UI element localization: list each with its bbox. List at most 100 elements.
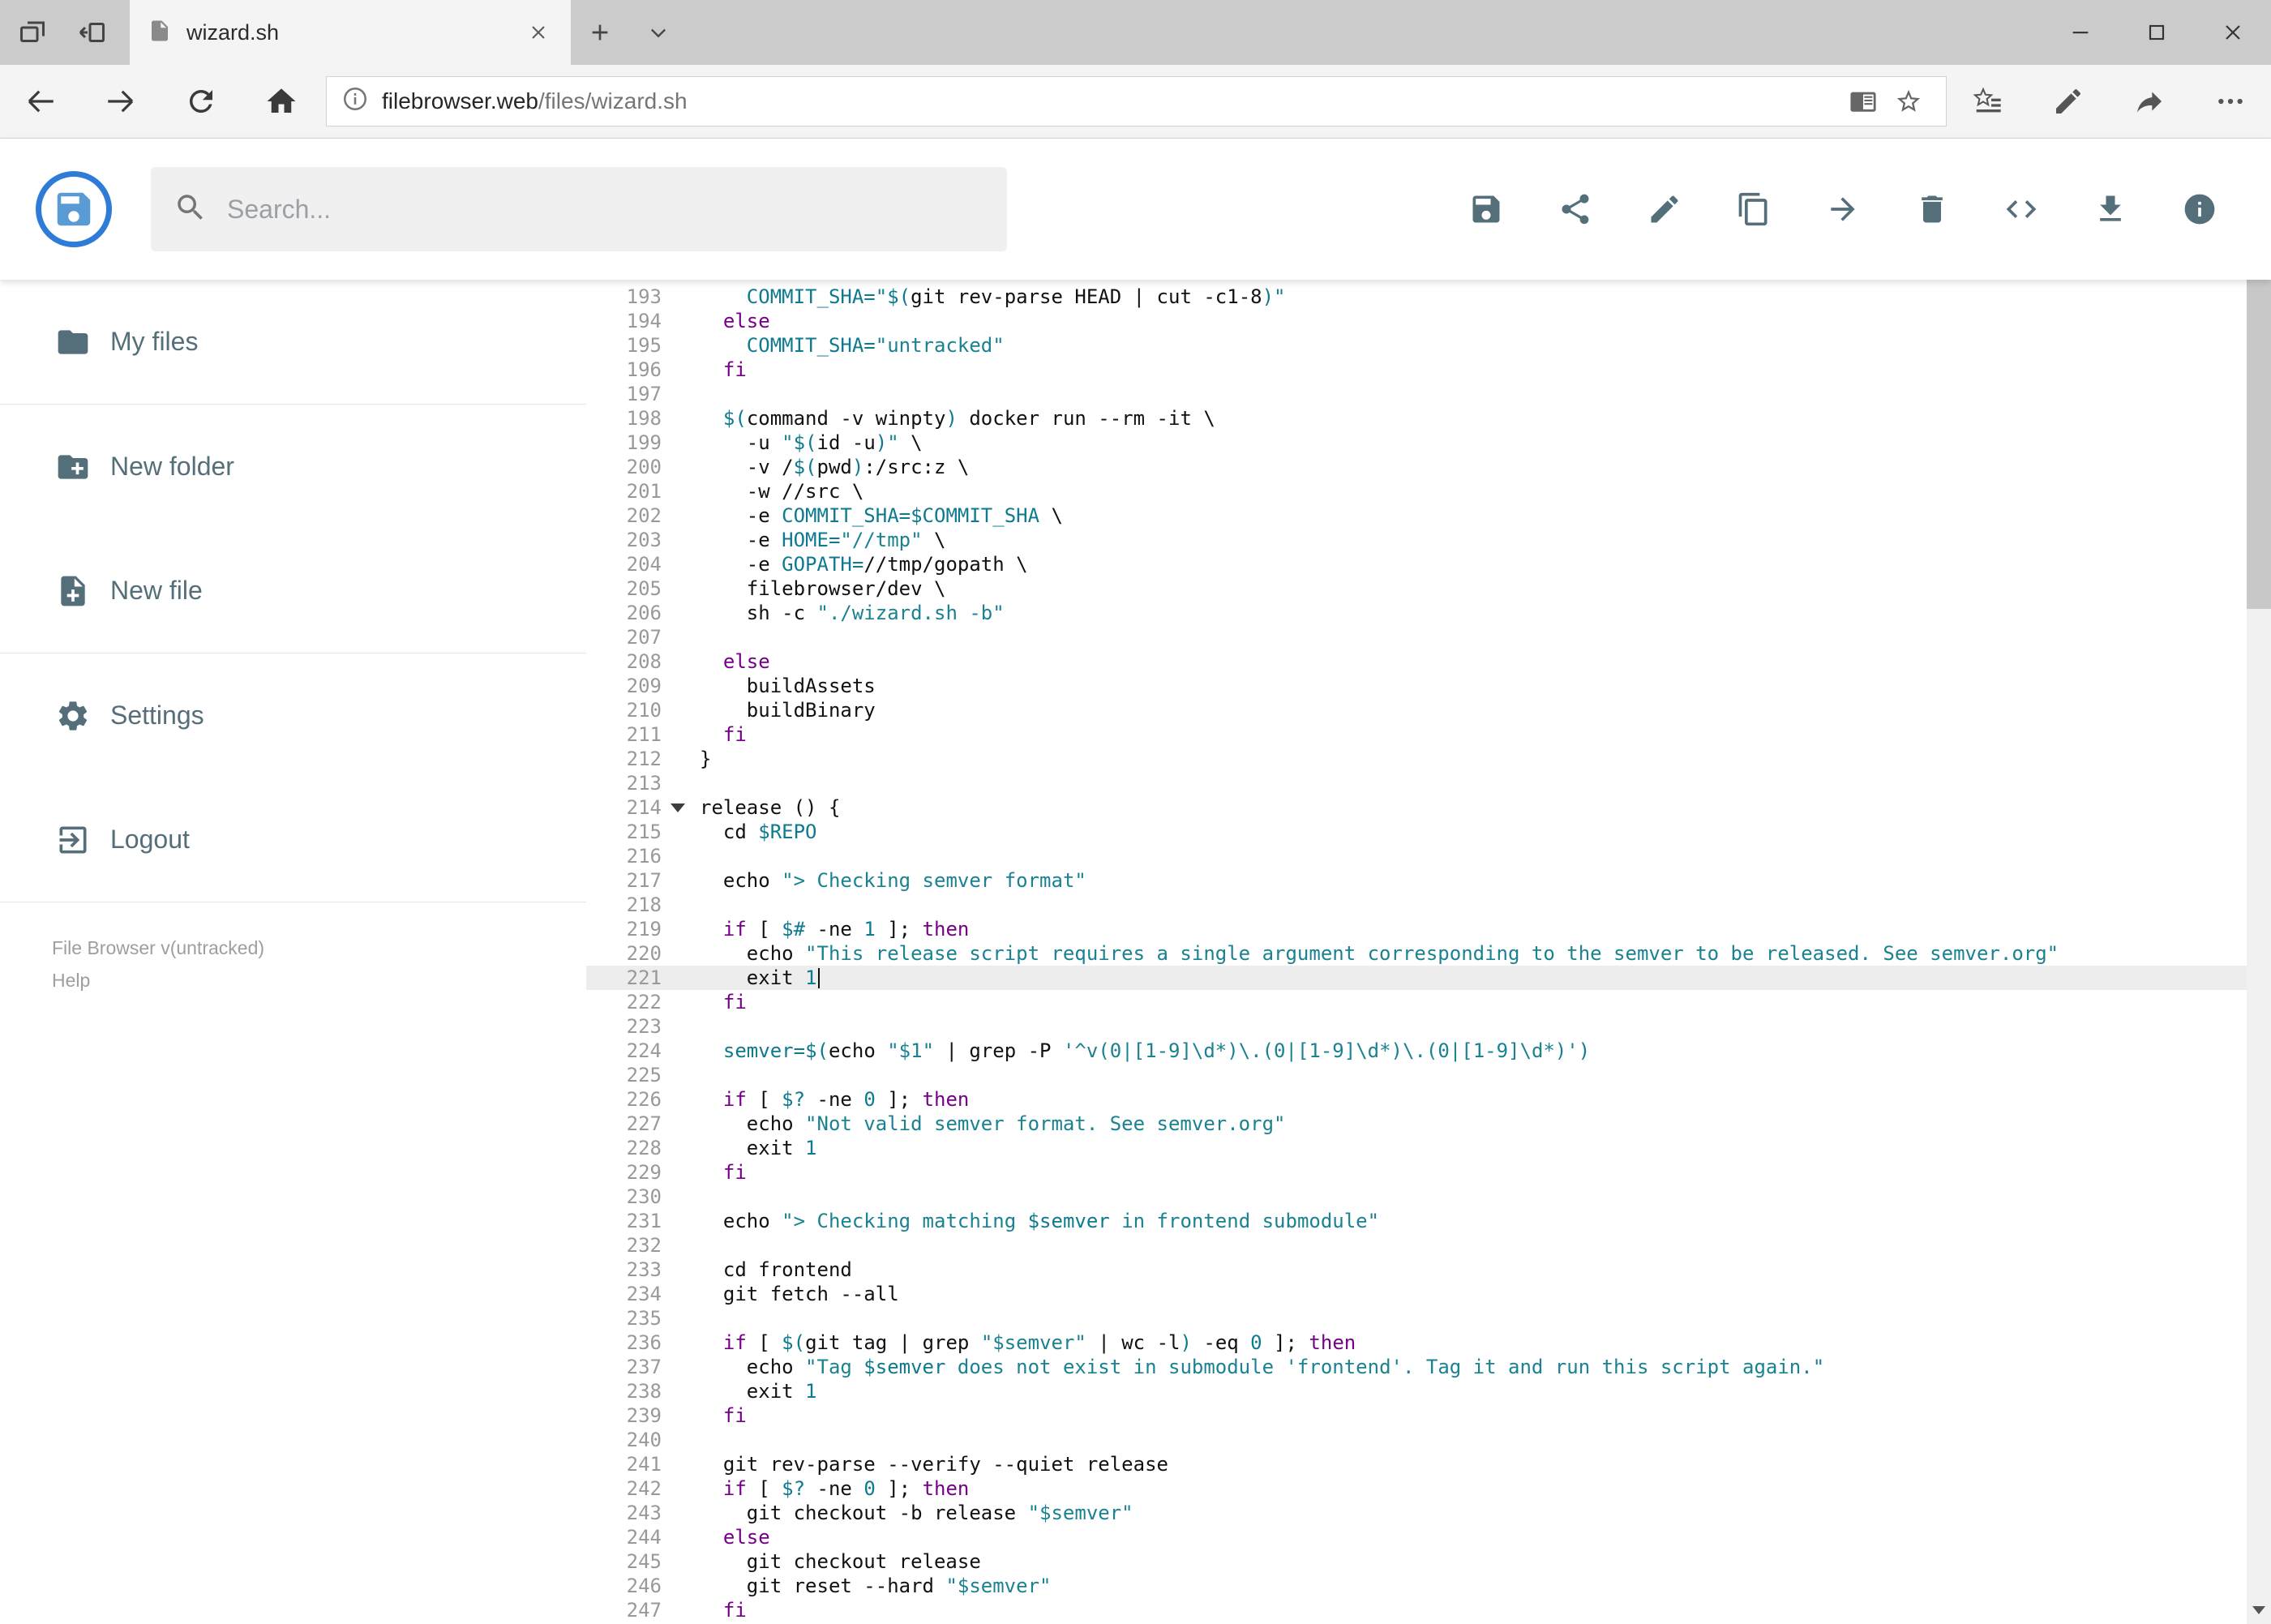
code-line[interactable]: 216 <box>586 844 2247 868</box>
code-line[interactable]: 202 -e COMMIT_SHA=$COMMIT_SHA \ <box>586 503 2247 528</box>
code-line[interactable]: 201 -w //src \ <box>586 479 2247 503</box>
page-info-icon[interactable] <box>341 85 369 118</box>
code-editor[interactable]: 193 COMMIT_SHA="$(git rev-parse HEAD | c… <box>586 280 2247 1624</box>
code-line[interactable]: 224 semver=$(echo "$1" | grep -P '^v(0|[… <box>586 1039 2247 1063</box>
code-line[interactable]: 200 -v /$(pwd):/src:z \ <box>586 455 2247 479</box>
code-line[interactable]: 242 if [ $? -ne 0 ]; then <box>586 1476 2247 1501</box>
sidebar-item-new-file[interactable]: New file <box>0 529 586 653</box>
minimize-button[interactable] <box>2042 0 2119 65</box>
copy-button[interactable] <box>1734 190 1773 229</box>
code-line[interactable]: 236 if [ $(git tag | grep "$semver" | wc… <box>586 1330 2247 1355</box>
code-line[interactable]: 235 <box>586 1306 2247 1330</box>
search-box[interactable] <box>151 167 1007 251</box>
code-line[interactable]: 195 COMMIT_SHA="untracked" <box>586 333 2247 358</box>
vertical-scrollbar[interactable] <box>2247 139 2271 1624</box>
code-line[interactable]: 232 <box>586 1233 2247 1258</box>
code-line[interactable]: 237 echo "Tag $semver does not exist in … <box>586 1355 2247 1379</box>
back-button[interactable] <box>0 65 80 138</box>
code-line[interactable]: 218 <box>586 893 2247 917</box>
delete-button[interactable] <box>1913 190 1952 229</box>
filebrowser-logo[interactable] <box>36 171 112 247</box>
move-button[interactable] <box>1823 190 1862 229</box>
home-button[interactable] <box>241 65 321 138</box>
code-line[interactable]: 245 git checkout release <box>586 1549 2247 1574</box>
code-line[interactable]: 228 exit 1 <box>586 1136 2247 1160</box>
fold-gutter[interactable] <box>662 795 700 820</box>
code-line[interactable]: 208 else <box>586 649 2247 674</box>
code-line[interactable]: 225 <box>586 1063 2247 1087</box>
code-line[interactable]: 231 echo "> Checking matching $semver in… <box>586 1209 2247 1233</box>
code-line[interactable]: 244 else <box>586 1525 2247 1549</box>
code-line[interactable]: 223 <box>586 1014 2247 1039</box>
code-line[interactable]: 239 fi <box>586 1403 2247 1428</box>
line-number: 203 <box>626 529 662 551</box>
code-line[interactable]: 207 <box>586 625 2247 649</box>
share-button[interactable] <box>1556 190 1595 229</box>
refresh-button[interactable] <box>161 65 241 138</box>
share-page-icon[interactable] <box>2109 65 2190 138</box>
code-line[interactable]: 246 git reset --hard "$semver" <box>586 1574 2247 1598</box>
code-line[interactable]: 234 git fetch --all <box>586 1282 2247 1306</box>
star-icon[interactable] <box>1886 79 1931 124</box>
code-line[interactable]: 211 fi <box>586 722 2247 747</box>
code-line[interactable]: 217 echo "> Checking semver format" <box>586 868 2247 893</box>
url-field[interactable]: filebrowser.web/files/wizard.sh <box>326 76 1947 126</box>
search-input[interactable] <box>225 193 984 225</box>
pen-icon[interactable] <box>2028 65 2109 138</box>
more-icon[interactable] <box>2190 65 2271 138</box>
code-line[interactable]: 227 echo "Not valid semver format. See s… <box>586 1112 2247 1136</box>
set-aside-icon[interactable] <box>75 15 110 50</box>
maximize-button[interactable] <box>2119 0 2195 65</box>
code-line[interactable]: 204 -e GOPATH=//tmp/gopath \ <box>586 552 2247 576</box>
reader-icon[interactable] <box>1840 79 1886 124</box>
tab-preview-icon[interactable] <box>15 15 50 50</box>
code-line[interactable]: 198 $(command -v winpty) docker run --rm… <box>586 406 2247 431</box>
code-line[interactable]: 247 fi <box>586 1598 2247 1622</box>
code-line[interactable]: 230 <box>586 1185 2247 1209</box>
code-line[interactable]: 233 cd frontend <box>586 1258 2247 1282</box>
code-line[interactable]: 212} <box>586 747 2247 771</box>
code-line[interactable]: 238 exit 1 <box>586 1379 2247 1403</box>
code-line[interactable]: 243 git checkout -b release "$semver" <box>586 1501 2247 1525</box>
scroll-down-icon[interactable] <box>2247 1596 2271 1624</box>
code-line[interactable]: 213 <box>586 771 2247 795</box>
close-button[interactable] <box>2195 0 2271 65</box>
code-line[interactable]: 214 release () { <box>586 795 2247 820</box>
code-line[interactable]: 229 fi <box>586 1160 2247 1185</box>
code-line[interactable]: 196 fi <box>586 358 2247 382</box>
tab-close-icon[interactable] <box>524 18 553 47</box>
sidebar-item-my-files[interactable]: My files <box>0 280 586 404</box>
code-line[interactable]: 226 if [ $? -ne 0 ]; then <box>586 1087 2247 1112</box>
code-line[interactable]: 197 <box>586 382 2247 406</box>
forward-button[interactable] <box>80 65 161 138</box>
code-line[interactable]: 220 echo "This release script requires a… <box>586 941 2247 966</box>
download-button[interactable] <box>2091 190 2130 229</box>
browser-tab[interactable]: wizard.sh <box>130 0 571 65</box>
code-line[interactable]: 203 -e HOME="//tmp" \ <box>586 528 2247 552</box>
code-line[interactable]: 221 exit 1 <box>586 966 2247 990</box>
code-line[interactable]: 194 else <box>586 309 2247 333</box>
code-button[interactable] <box>2002 190 2041 229</box>
hub-icon[interactable] <box>1947 65 2028 138</box>
sidebar-item-logout[interactable]: Logout <box>0 778 586 902</box>
sidebar-item-new-folder[interactable]: New folder <box>0 405 586 529</box>
sidebar-item-settings[interactable]: Settings <box>0 653 586 778</box>
code-line[interactable]: 205 filebrowser/dev \ <box>586 576 2247 601</box>
code-line[interactable]: 222 fi <box>586 990 2247 1014</box>
code-line[interactable]: 206 sh -c "./wizard.sh -b" <box>586 601 2247 625</box>
code-line[interactable]: 219 if [ $# -ne 1 ]; then <box>586 917 2247 941</box>
code-line[interactable]: 240 <box>586 1428 2247 1452</box>
save-button[interactable] <box>1467 190 1506 229</box>
code-line[interactable]: 199 -u "$(id -u)" \ <box>586 431 2247 455</box>
new-tab-button[interactable] <box>571 0 629 65</box>
tab-dropdown-icon[interactable] <box>629 0 688 65</box>
code-line[interactable]: 209 buildAssets <box>586 674 2247 698</box>
code-line[interactable]: 210 buildBinary <box>586 698 2247 722</box>
code-line[interactable]: 193 COMMIT_SHA="$(git rev-parse HEAD | c… <box>586 285 2247 309</box>
info-button[interactable] <box>2180 190 2219 229</box>
help-link[interactable]: Help <box>52 964 586 996</box>
code-line[interactable]: 241 git rev-parse --verify --quiet relea… <box>586 1452 2247 1476</box>
edit-button[interactable] <box>1645 190 1684 229</box>
fold-arrow-icon[interactable] <box>671 803 685 812</box>
code-line[interactable]: 215 cd $REPO <box>586 820 2247 844</box>
